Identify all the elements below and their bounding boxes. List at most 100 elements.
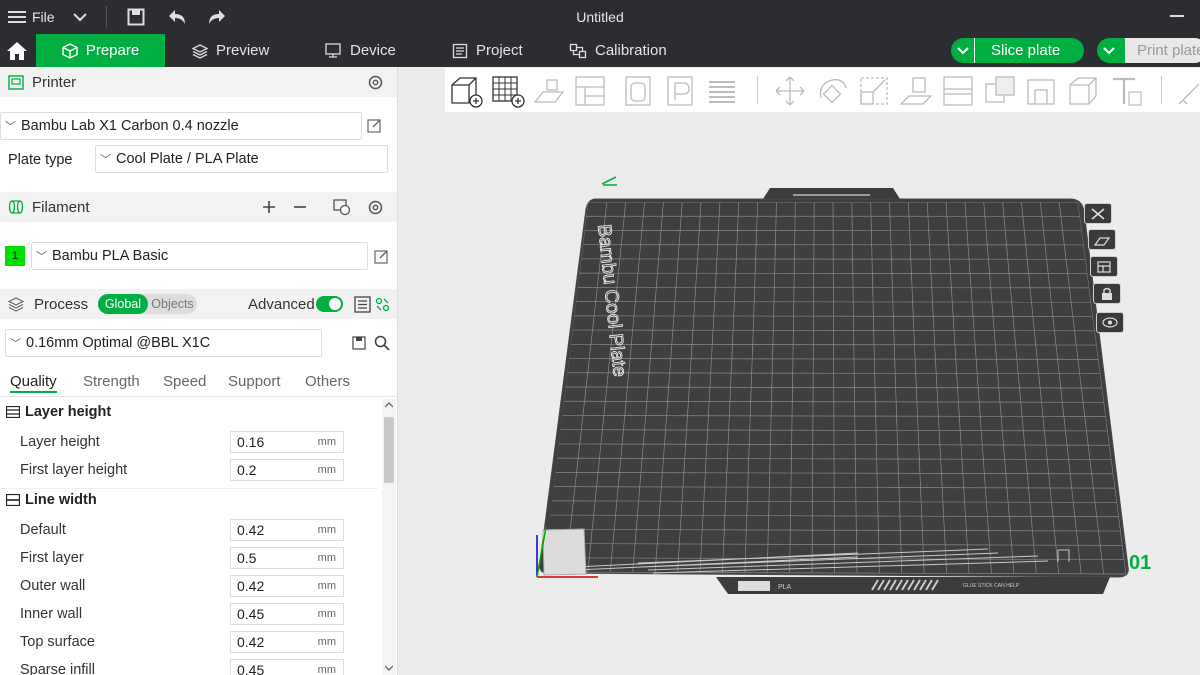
- chevron-down-icon[interactable]: [951, 38, 975, 63]
- auto-orient-toolbar-icon[interactable]: [533, 74, 567, 108]
- cut-icon[interactable]: [941, 74, 975, 108]
- rotate-icon[interactable]: [815, 74, 849, 108]
- wipe-tower[interactable]: [542, 528, 587, 576]
- tab-speed[interactable]: Speed: [163, 373, 206, 390]
- tab-strength[interactable]: Strength: [83, 373, 140, 390]
- save-icon[interactable]: [352, 336, 366, 350]
- list-icon[interactable]: [354, 295, 371, 313]
- plate-bottom-label: PLA: [778, 584, 792, 591]
- toggle-global[interactable]: Global: [98, 294, 148, 314]
- tab-project[interactable]: Project: [438, 34, 537, 67]
- divider: [0, 488, 378, 489]
- scrollbar-thumb[interactable]: [384, 417, 394, 483]
- split-to-objects-icon[interactable]: [623, 74, 657, 108]
- plate-type-select[interactable]: ﹀ Cool Plate / PLA Plate: [95, 145, 388, 173]
- first-layer-line-width-input[interactable]: 0.5 mm: [230, 547, 344, 569]
- build-plate[interactable]: PLA GLUE STICK CAN HELP Bambu Cool Plate…: [398, 67, 1200, 675]
- seam-paint-icon[interactable]: [1067, 74, 1101, 108]
- add-icon[interactable]: [262, 200, 276, 214]
- edit-icon[interactable]: [367, 118, 382, 133]
- chevron-down-icon[interactable]: [1097, 38, 1121, 63]
- process-preset-select[interactable]: ﹀ 0.16mm Optimal @BBL X1C: [5, 329, 322, 357]
- printer-select[interactable]: ﹀ Bambu Lab X1 Carbon 0.4 nozzle: [0, 112, 362, 140]
- tab-prepare[interactable]: Prepare: [36, 34, 165, 67]
- home-button[interactable]: [0, 34, 36, 67]
- layer-height-input[interactable]: 0.16 mm: [230, 431, 344, 453]
- plate-settings-eye-icon[interactable]: [1096, 312, 1124, 333]
- redo-icon[interactable]: [206, 6, 228, 28]
- edit-icon[interactable]: [374, 249, 389, 264]
- layers-toolbar-icon[interactable]: [705, 74, 739, 108]
- first-layer-height-input[interactable]: 0.2 mm: [230, 459, 344, 481]
- outer-wall-line-width-input[interactable]: 0.42 mm: [230, 575, 344, 597]
- layers-icon: [192, 43, 208, 59]
- add-object-icon[interactable]: [449, 74, 483, 108]
- global-objects-toggle[interactable]: Global Objects: [98, 294, 197, 314]
- sparse-infill-line-width-input[interactable]: 0.45 mm: [230, 659, 344, 675]
- save-icon[interactable]: [125, 6, 147, 28]
- tab-calibration[interactable]: Calibration: [555, 34, 681, 67]
- sync-filament-icon[interactable]: [333, 198, 351, 216]
- remove-icon[interactable]: [293, 200, 307, 214]
- undo-icon[interactable]: [166, 6, 188, 28]
- divider: [757, 76, 758, 104]
- process-section-title: Process: [34, 295, 89, 313]
- inner-wall-line-width-input[interactable]: 0.45 mm: [230, 603, 344, 625]
- minimize-icon[interactable]: [1166, 6, 1188, 28]
- setting-label: Sparse infill: [20, 662, 95, 675]
- top-surface-line-width-input[interactable]: 0.42 mm: [230, 631, 344, 653]
- arrange-plate-icon[interactable]: [1090, 256, 1118, 277]
- measure-icon[interactable]: [1175, 74, 1200, 108]
- gear-icon[interactable]: [367, 199, 384, 216]
- arrange-icon[interactable]: [573, 74, 607, 108]
- scroll-up-icon[interactable]: [385, 402, 393, 408]
- setting-value: 0.45: [237, 606, 265, 622]
- setting-label: Layer height: [20, 434, 100, 450]
- text-icon[interactable]: [1109, 74, 1143, 108]
- line-width-group-header: Line width: [6, 492, 97, 508]
- tab-preview[interactable]: Preview: [178, 34, 283, 67]
- lay-on-face-icon[interactable]: [899, 74, 933, 108]
- tab-others[interactable]: Others: [305, 373, 350, 390]
- search-icon[interactable]: [374, 335, 390, 351]
- advanced-switch[interactable]: [316, 296, 343, 312]
- split-to-parts-icon[interactable]: [665, 74, 699, 108]
- divider: [1161, 76, 1162, 104]
- setting-value: 0.42: [237, 578, 265, 594]
- boolean-icon[interactable]: [983, 74, 1017, 108]
- settings-scrollbar[interactable]: [382, 399, 396, 675]
- tab-quality[interactable]: Quality: [10, 373, 57, 393]
- compare-icon[interactable]: [375, 297, 390, 312]
- line-width-group-title: Line width: [25, 492, 97, 508]
- lock-plate-icon[interactable]: [1093, 283, 1121, 304]
- setting-value: 0.45: [237, 662, 265, 675]
- auto-orient-icon[interactable]: [1088, 229, 1116, 250]
- divider: [106, 6, 107, 28]
- 3d-viewport[interactable]: PLA GLUE STICK CAN HELP Bambu Cool Plate…: [398, 67, 1200, 675]
- print-plate-button[interactable]: Print plate: [1097, 38, 1200, 63]
- scale-icon[interactable]: [857, 74, 891, 108]
- default-line-width-input[interactable]: 0.42 mm: [230, 519, 344, 541]
- hamburger-icon: [8, 11, 26, 23]
- filament-select[interactable]: ﹀ Bambu PLA Basic: [31, 242, 368, 270]
- line-width-group-icon: [6, 494, 20, 506]
- support-paint-icon[interactable]: [1025, 74, 1059, 108]
- gear-icon[interactable]: [367, 74, 384, 91]
- file-menu[interactable]: File: [8, 6, 68, 28]
- slice-plate-button[interactable]: Slice plate: [951, 38, 1084, 63]
- tab-support[interactable]: Support: [228, 373, 281, 390]
- project-icon: [452, 43, 468, 58]
- move-icon[interactable]: [773, 74, 807, 108]
- filament-select-value: Bambu PLA Basic: [52, 248, 169, 264]
- tab-device[interactable]: Device: [310, 34, 410, 67]
- toggle-objects[interactable]: Objects: [148, 294, 197, 314]
- filament-slot-badge[interactable]: 1: [5, 246, 25, 266]
- chevron-down-icon: ﹀: [100, 154, 111, 166]
- tab-preview-label: Preview: [216, 42, 270, 59]
- chevron-down-icon[interactable]: [69, 6, 91, 28]
- unit-label: mm: [317, 664, 336, 675]
- plate-edit-icon[interactable]: [601, 176, 617, 186]
- clear-plate-icon[interactable]: [1084, 203, 1112, 224]
- scroll-down-icon[interactable]: [385, 665, 393, 671]
- add-plate-icon[interactable]: [491, 74, 525, 108]
